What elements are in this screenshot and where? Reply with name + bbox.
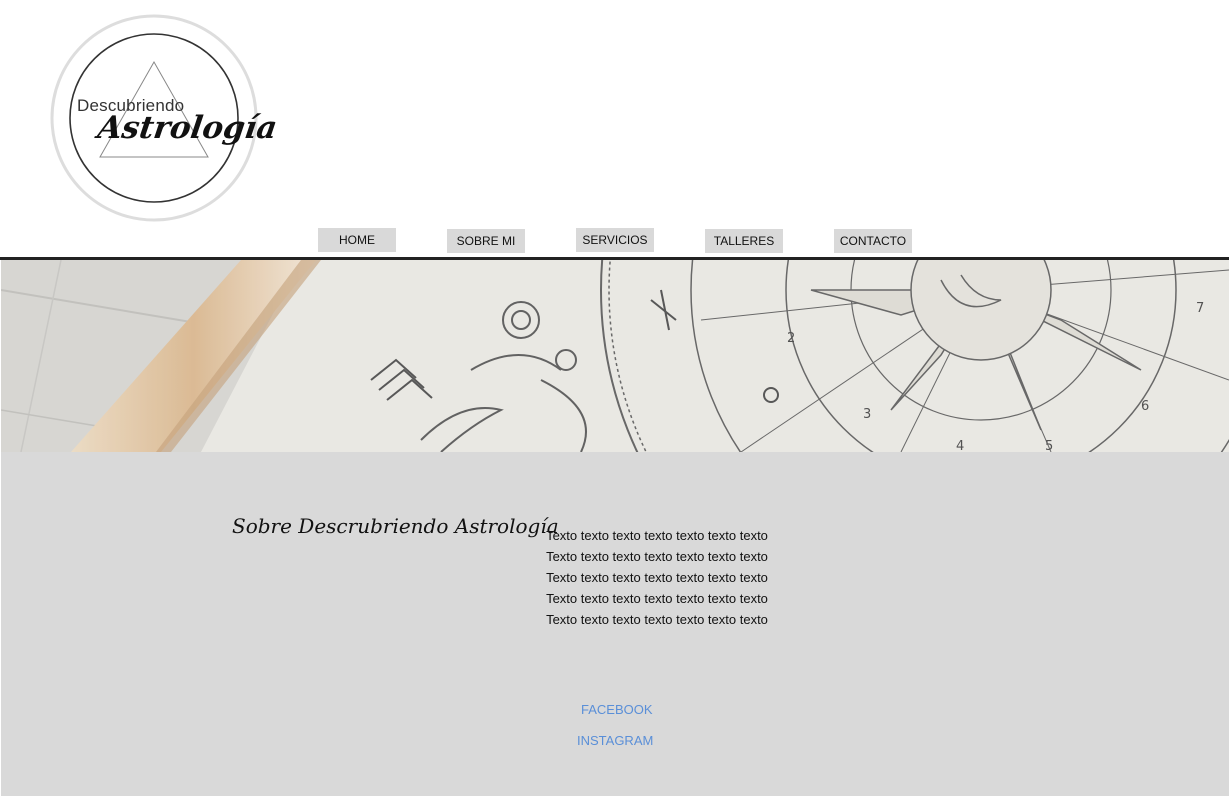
nav-servicios-button[interactable]: SERVICIOS (576, 228, 654, 252)
nav-home-button[interactable]: HOME (318, 228, 396, 252)
page: Descubriendo Astrología HOME SOBRE MI SE… (0, 0, 1229, 799)
nav-talleres-button[interactable]: TALLERES (705, 229, 783, 253)
about-title: Sobre Descrubriendo Astrología (232, 514, 559, 538)
about-text-line: Texto texto texto texto texto texto text… (546, 591, 768, 606)
about-text-line: Texto texto texto texto texto texto text… (546, 570, 768, 585)
site-logo[interactable]: Descubriendo Astrología (50, 14, 279, 222)
nav-sobre-mi-button[interactable]: SOBRE MI (447, 229, 525, 253)
about-text: Texto texto texto texto texto texto text… (537, 525, 777, 630)
about-text-line: Texto texto texto texto texto texto text… (546, 612, 768, 627)
about-section: Sobre Descrubriendo Astrología Texto tex… (1, 452, 1229, 796)
banner-image: 2 3 4 5 6 7 (1, 260, 1229, 452)
logo-text-astrologia: Astrología (95, 110, 280, 146)
instagram-link[interactable]: INSTAGRAM (577, 733, 653, 748)
about-text-line: Texto texto texto texto texto texto text… (546, 549, 768, 564)
facebook-link[interactable]: FACEBOOK (581, 702, 653, 717)
about-text-line: Texto texto texto texto texto texto text… (546, 528, 768, 543)
nav-contacto-button[interactable]: CONTACTO (834, 229, 912, 253)
astrology-chart-illustration: 2 3 4 5 6 7 (1, 260, 1229, 452)
